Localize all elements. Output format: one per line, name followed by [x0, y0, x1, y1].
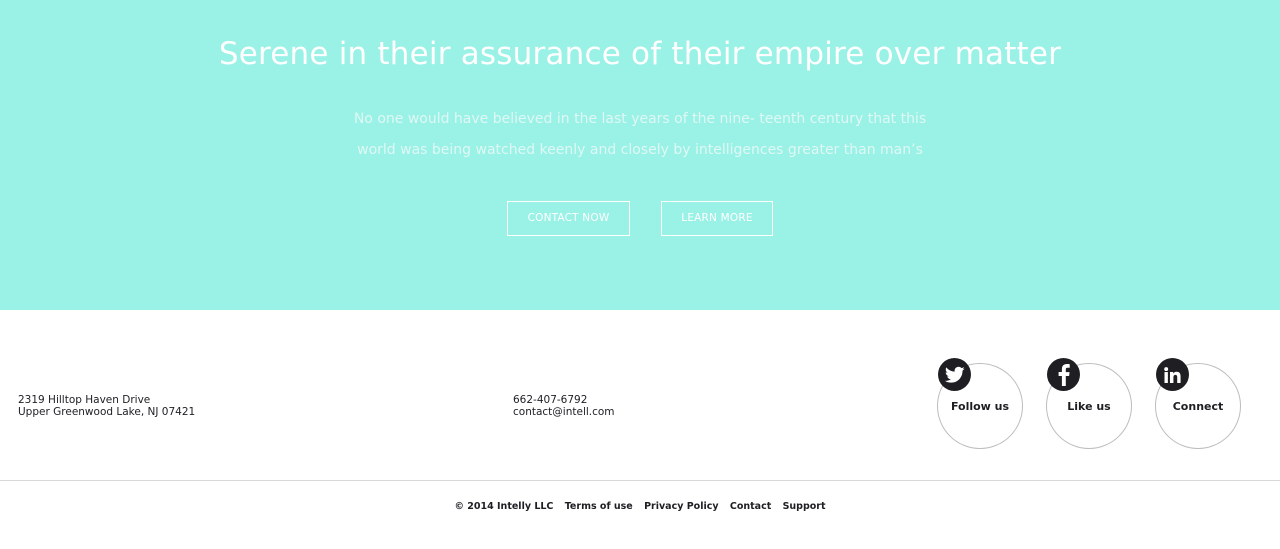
facebook-icon [1047, 358, 1080, 391]
address-line-2: Upper Greenwood Lake, NJ 07421 [18, 406, 196, 418]
footer-address: 2319 Hilltop Haven Drive Upper Greenwood… [18, 394, 195, 418]
contact-link[interactable]: Contact [730, 501, 771, 512]
connect-label: Connect [1172, 400, 1224, 413]
hero-title: Serene in their assurance of their empir… [218, 36, 1062, 72]
contact-now-button[interactable]: CONTACT NOW [507, 201, 630, 236]
footer: 2319 Hilltop Haven Drive Upper Greenwood… [0, 310, 1280, 480]
hero-section: Serene in their assurance of their empir… [0, 0, 1280, 310]
like-us-label: Like us [1067, 400, 1111, 413]
learn-more-button[interactable]: LEARN MORE [661, 201, 773, 236]
address-line-1: 2319 Hilltop Haven Drive [18, 394, 151, 406]
social-twitter-link[interactable]: Follow us [937, 358, 1023, 449]
linkedin-icon [1156, 358, 1189, 391]
hero-description-line-2: world was being watched keenly and close… [357, 142, 923, 158]
support-link[interactable]: Support [783, 501, 826, 512]
follow-us-label: Follow us [950, 400, 1010, 413]
social-facebook-link[interactable]: Like us [1046, 358, 1132, 449]
email-address[interactable]: contact@intell.com [513, 406, 615, 418]
phone-number: 662-407-6792 [513, 394, 588, 406]
hero-description: No one would have believed in the last y… [340, 104, 940, 166]
twitter-icon [938, 358, 971, 391]
terms-of-use-link[interactable]: Terms of use [565, 501, 633, 512]
footer-divider [0, 480, 1280, 481]
privacy-policy-link[interactable]: Privacy Policy [644, 501, 718, 512]
footer-contact: 662-407-6792 contact@intell.com [513, 394, 615, 418]
hero-description-line-1: No one would have believed in the last y… [353, 111, 927, 127]
copyright-text: © 2014 Intelly LLC [454, 501, 554, 512]
social-linkedin-link[interactable]: Connect [1155, 358, 1241, 449]
bottom-bar: © 2014 Intelly LLC Terms of use Privacy … [0, 501, 1280, 512]
